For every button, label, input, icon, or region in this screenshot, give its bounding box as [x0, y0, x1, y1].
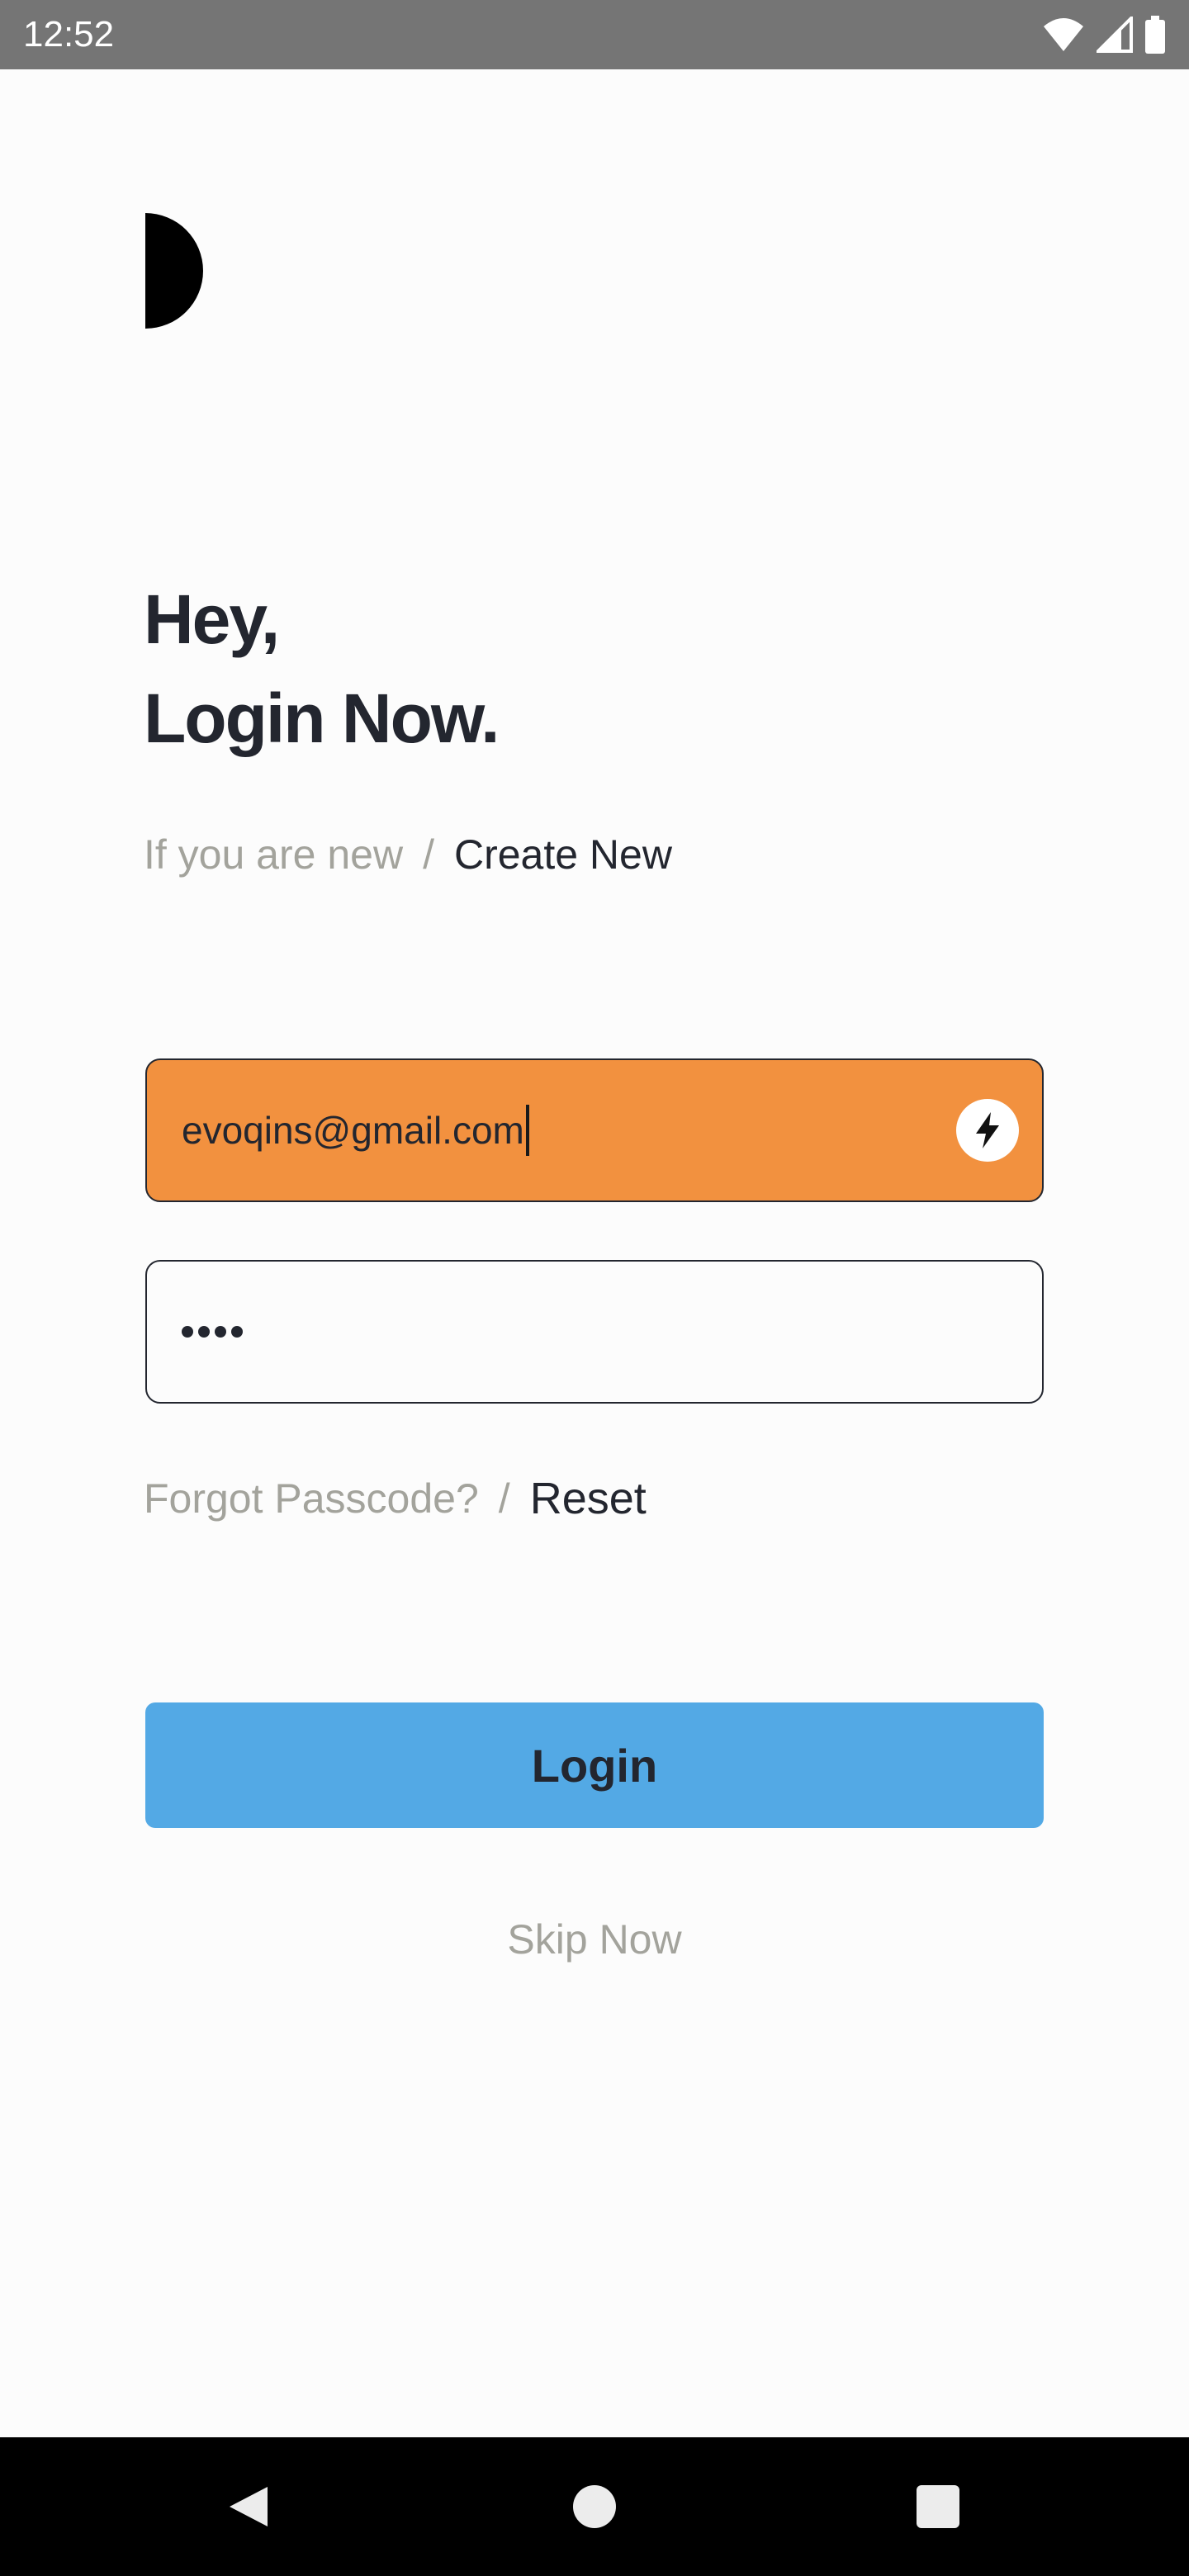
- login-button[interactable]: Login: [145, 1702, 1044, 1828]
- email-field[interactable]: evoqins@gmail.com: [145, 1058, 1044, 1202]
- create-new-link[interactable]: Create New: [454, 831, 672, 878]
- wifi-icon: [1044, 18, 1083, 51]
- status-time: 12:52: [23, 14, 115, 54]
- status-bar: 12:52: [0, 0, 1189, 69]
- reset-link[interactable]: Reset: [530, 1473, 647, 1524]
- battery-icon: [1145, 16, 1165, 54]
- login-screen: 12:52 Hey, Login Now. If you are new / C…: [0, 0, 1189, 2576]
- cell-signal-icon: [1097, 17, 1133, 53]
- home-icon[interactable]: [573, 2485, 616, 2528]
- signup-separator: /: [423, 831, 434, 878]
- page-title: Hey, Login Now.: [144, 570, 500, 768]
- back-icon[interactable]: [225, 2484, 271, 2530]
- email-value: evoqins@gmail.com: [182, 1109, 524, 1152]
- navigation-bar: [0, 2437, 1189, 2576]
- app-logo: [145, 213, 203, 329]
- passcode-dot: [215, 1326, 226, 1338]
- forgot-prompt: Forgot Passcode?: [144, 1475, 479, 1522]
- signup-prompt: If you are new: [144, 831, 404, 878]
- passcode-dot: [198, 1326, 210, 1338]
- passcode-dot: [182, 1326, 193, 1338]
- reset-row: Forgot Passcode? / Reset: [144, 1470, 647, 1527]
- signup-row: If you are new / Create New: [144, 826, 672, 883]
- lightning-icon[interactable]: [956, 1099, 1019, 1162]
- status-icons: [1042, 13, 1166, 56]
- skip-now-link[interactable]: Skip Now: [0, 1915, 1189, 1963]
- text-caret: [525, 1105, 529, 1156]
- reset-separator: /: [498, 1475, 510, 1522]
- title-line-2: Login Now.: [144, 680, 500, 757]
- title-line-1: Hey,: [144, 580, 280, 658]
- passcode-dots: [182, 1326, 243, 1338]
- passcode-dot: [231, 1326, 243, 1338]
- recent-apps-icon[interactable]: [917, 2485, 959, 2528]
- passcode-field[interactable]: [145, 1260, 1044, 1404]
